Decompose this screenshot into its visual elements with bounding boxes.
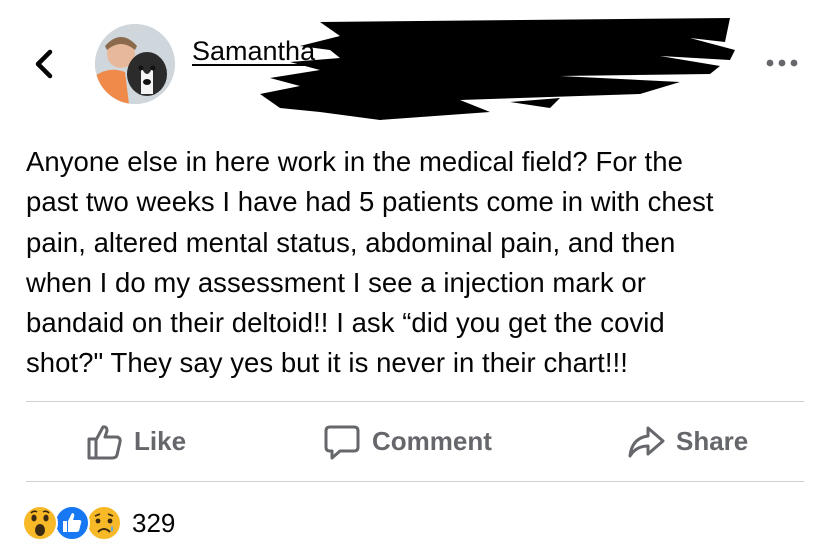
more-options-button[interactable] [764, 50, 800, 76]
divider [26, 481, 804, 482]
sad-reaction-icon [86, 505, 122, 541]
chevron-left-icon [35, 49, 53, 79]
post-body: Anyone else in here work in the medical … [26, 142, 816, 384]
avatar-image [95, 24, 175, 104]
post-text-line: past two weeks I have had 5 patients com… [26, 186, 714, 218]
avatar[interactable] [95, 24, 175, 104]
reaction-count: 329 [132, 507, 176, 538]
reaction-icons [22, 503, 126, 543]
facebook-post: Samantha Anyone else in here work in the… [0, 0, 828, 559]
more-dots-icon [766, 59, 798, 67]
post-text-line: when I do my assessment I see a injectio… [26, 266, 646, 298]
back-button[interactable] [30, 46, 62, 82]
comment-button[interactable]: Comment [322, 402, 492, 481]
like-button[interactable]: Like [84, 402, 186, 481]
like-label: Like [134, 426, 187, 456]
wow-reaction-icon [22, 505, 58, 541]
post-text-line: shot?" They say yes but it is never in t… [26, 347, 628, 379]
comment-label: Comment [372, 426, 492, 456]
share-arrow-icon [628, 426, 665, 457]
share-button[interactable]: Share [626, 402, 748, 481]
share-label: Share [676, 426, 749, 456]
action-bar: Like Comment Share [26, 402, 804, 481]
post-text-line: pain, altered mental status, abdominal p… [26, 226, 676, 258]
comment-bubble-icon [324, 425, 360, 459]
thumbs-up-icon [87, 424, 122, 459]
redaction-mark [260, 18, 735, 120]
post-header: Samantha [0, 0, 828, 120]
post-text-line: Anyone else in here work in the medical … [26, 146, 683, 177]
like-reaction-icon [54, 505, 90, 541]
post-text-line: bandaid on their deltoid!! I ask “did yo… [26, 307, 665, 339]
reactions-summary[interactable]: 329 [22, 503, 175, 543]
